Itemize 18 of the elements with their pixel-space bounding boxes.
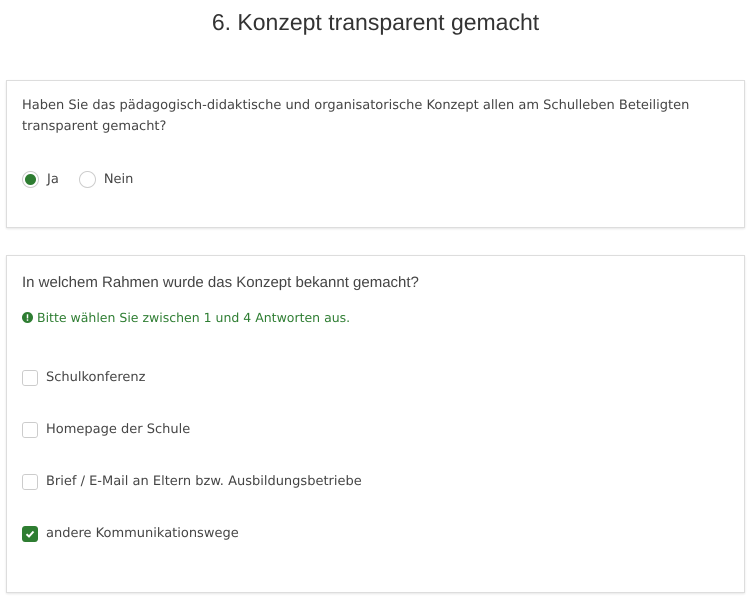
checkbox[interactable] [22,370,38,386]
question-text: Haben Sie das pädagogisch-didaktische und organisatorische Konzept allen am Schulleben Beteiligten transparent gemacht? [22,97,690,136]
radio-option[interactable]: Nein [78,170,134,190]
exclamation-circle-icon [22,312,33,324]
checkbox[interactable] [22,422,38,438]
page-title: 6. Konzept transparent gemacht [210,8,540,37]
checkbox-option[interactable]: Homepage der Schule [22,421,729,438]
checkbox-option[interactable]: Schulkonferenz [22,369,729,386]
checkbox-option[interactable]: Brief / E-Mail an Eltern bzw. Ausbildungsbetriebe [22,473,729,490]
checkbox-option[interactable]: andere Kommunikationswege [22,525,729,542]
checkmark-icon [25,528,35,539]
checkbox[interactable] [22,474,38,490]
checkbox[interactable] [22,526,38,542]
question-text: In welchem Rahmen wurde das Konzept bekannt gemacht? [22,273,420,293]
radio-button[interactable] [78,171,96,188]
radio-button[interactable] [22,171,39,188]
hint-text: Bitte wählen Sie zwischen 1 und 4 Antworten aus. [37,308,350,326]
radio-option[interactable]: Ja [22,170,59,190]
